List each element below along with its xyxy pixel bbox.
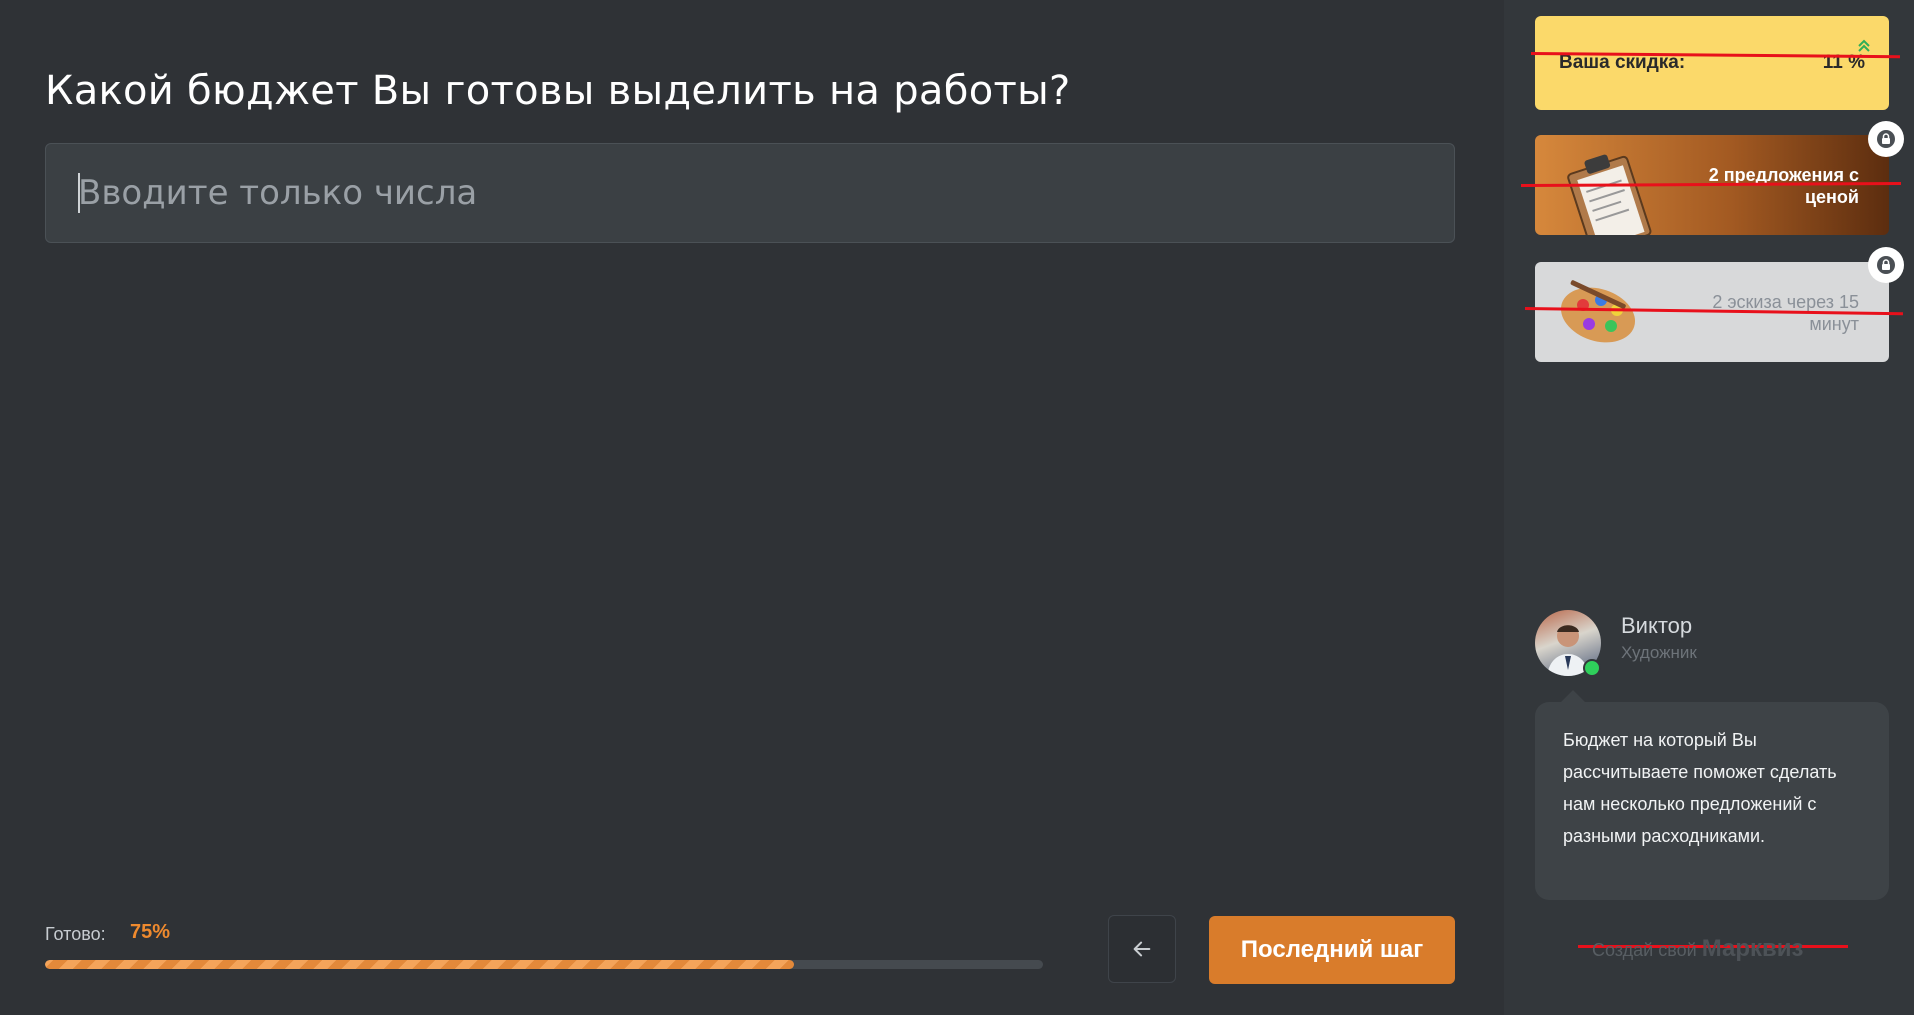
palette-icon: [1560, 280, 1636, 343]
discount-card: Ваша скидка: 11 %: [1535, 16, 1889, 110]
progress-bar: [45, 960, 1043, 969]
branding-name: Марквиз: [1701, 935, 1804, 962]
consultant-role: Художник: [1621, 643, 1697, 662]
arrow-left-icon: [1133, 941, 1151, 957]
progress-label: Готово:: [45, 924, 106, 944]
clipboard-icon: [1567, 154, 1652, 235]
back-button[interactable]: [1108, 915, 1176, 983]
consultant-message: Бюджет на который Вы рассчитываете помож…: [1535, 690, 1889, 900]
budget-input[interactable]: [45, 143, 1455, 243]
online-status-indicator: [1583, 659, 1601, 677]
question-title: Какой бюджет Вы готовы выделить на работ…: [45, 68, 1071, 114]
lock-icon: [1868, 121, 1904, 157]
text-caret: [78, 173, 80, 213]
branding-prefix: Создай свой: [1592, 940, 1697, 960]
lock-icon: [1868, 247, 1904, 283]
progress-value: 75%: [130, 921, 171, 943]
quiz-main: Какой бюджет Вы готовы выделить на работ…: [0, 0, 1504, 1015]
last-step-button[interactable]: Последний шаг: [1209, 916, 1455, 984]
consultant-name: Виктор: [1621, 613, 1693, 638]
chevron-up-icon: [1858, 39, 1870, 52]
branding-link[interactable]: Создай свой Марквиз: [1592, 935, 1803, 963]
progress-bar-fill: [45, 960, 794, 969]
